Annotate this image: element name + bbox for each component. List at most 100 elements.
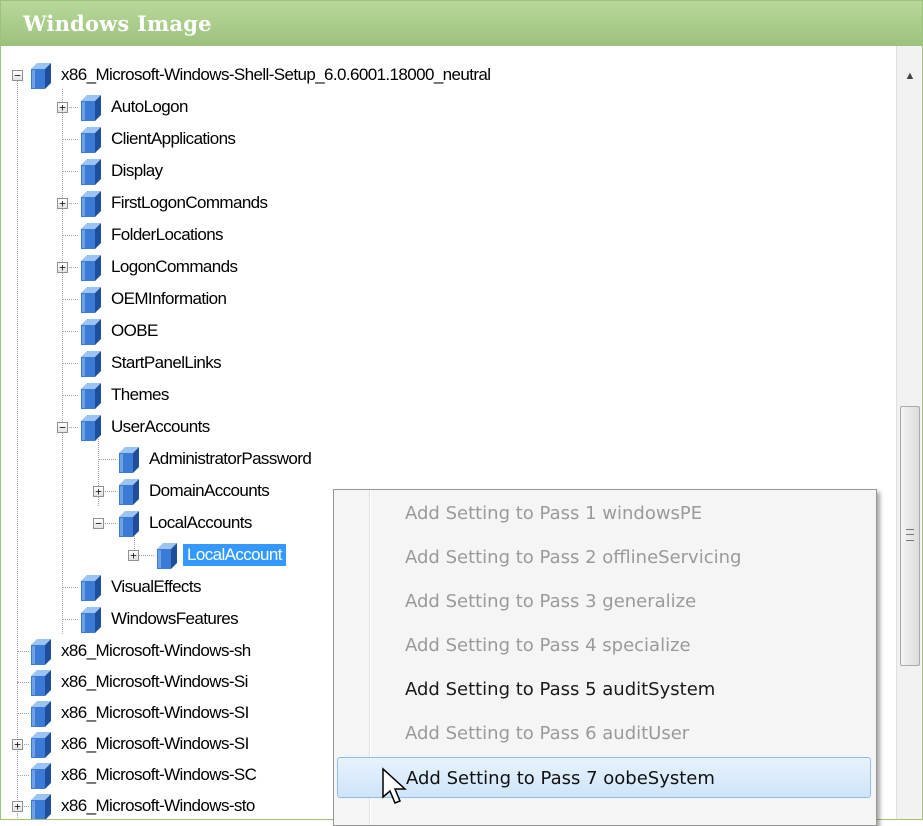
tree-node-label: OEMInformation	[111, 289, 227, 308]
menu-item-label: Add Setting to Pass 3 generalize	[405, 591, 697, 612]
tree-node-oobe[interactable]: OOBE	[77, 315, 162, 347]
tree-node-administratorpassword[interactable]: AdministratorPassword	[115, 443, 315, 475]
component-cube-icon	[31, 763, 51, 789]
tree-node-useraccounts[interactable]: UserAccounts	[77, 411, 214, 443]
mouse-pointer-icon	[382, 767, 407, 804]
tree-node-sibling-component[interactable]: x86_Microsoft-Windows-sh	[27, 635, 255, 667]
tree-node-label: x86_Microsoft-Windows-SI	[61, 734, 249, 753]
tree-line	[62, 139, 78, 140]
context-menu: Add Setting to Pass 1 windowsPE Add Setti…	[333, 489, 877, 826]
tree-node-label: FirstLogonCommands	[111, 193, 268, 212]
tree-line	[62, 395, 78, 396]
tree-node-label: Themes	[111, 385, 169, 404]
tree-line	[62, 171, 78, 172]
expand-toggle-icon[interactable]: +	[93, 486, 104, 497]
tree-node-label: ClientApplications	[111, 129, 236, 148]
component-cube-icon	[31, 670, 51, 696]
expand-toggle-icon[interactable]: +	[57, 262, 68, 273]
panel-title-bar: Windows Image	[1, 1, 922, 46]
component-cube-icon	[81, 127, 101, 153]
tree-node-localaccounts[interactable]: LocalAccounts	[115, 507, 256, 539]
component-cube-icon	[31, 639, 51, 665]
menu-item-label: Add Setting to Pass 1 windowsPE	[405, 503, 703, 524]
menu-item-pass-5[interactable]: Add Setting to Pass 5 auditSystem	[337, 669, 871, 710]
vertical-scrollbar[interactable]: ▲	[896, 46, 922, 819]
component-cube-icon	[119, 479, 139, 505]
menu-item-pass-3[interactable]: Add Setting to Pass 3 generalize	[337, 581, 871, 622]
tree-node-sibling-component[interactable]: x86_Microsoft-Windows-SI	[27, 697, 253, 729]
component-cube-icon	[119, 511, 139, 537]
tree-line	[62, 587, 78, 588]
component-cube-icon	[81, 607, 101, 633]
component-cube-icon	[31, 794, 51, 819]
tree-node-label: WindowsFeatures	[111, 609, 239, 628]
tree-node-label: LocalAccount	[183, 544, 286, 566]
tree-node-visualeffects[interactable]: VisualEffects	[77, 571, 205, 603]
tree-node-firstlogoncommands[interactable]: FirstLogonCommands	[77, 187, 271, 219]
expand-toggle-icon[interactable]: +	[57, 198, 68, 209]
tree-node-label: x86_Microsoft-Windows-SI	[61, 703, 249, 722]
collapse-toggle-icon[interactable]: −	[57, 422, 68, 433]
component-cube-icon	[81, 383, 101, 409]
expand-toggle-icon[interactable]: +	[12, 739, 23, 750]
menu-item-pass-7[interactable]: Add Setting to Pass 7 oobeSystem	[337, 757, 871, 798]
tree-node-label: x86_Microsoft-Windows-SC	[61, 765, 257, 784]
tree-node-label: OOBE	[111, 321, 158, 340]
tree-node-sibling-component[interactable]: x86_Microsoft-Windows-Si	[27, 666, 252, 698]
tree-node-localaccount[interactable]: LocalAccount	[153, 539, 286, 571]
menu-item-pass-2[interactable]: Add Setting to Pass 2 offlineServicing	[337, 537, 871, 578]
scrollbar-thumb[interactable]	[900, 406, 920, 666]
component-cube-icon	[31, 732, 51, 758]
tree-node-label: UserAccounts	[111, 417, 210, 436]
tree-node-label: Display	[111, 161, 163, 180]
tree-node-label: DomainAccounts	[149, 481, 270, 500]
component-cube-icon	[81, 159, 101, 185]
panel-title: Windows Image	[23, 11, 212, 36]
tree-node-label: x86_Microsoft-Windows-sh	[61, 641, 251, 660]
component-cube-icon	[81, 415, 101, 441]
tree-node-oeminformation[interactable]: OEMInformation	[77, 283, 230, 315]
menu-item-label: Add Setting to Pass 4 specialize	[405, 635, 691, 656]
collapse-toggle-icon[interactable]: −	[93, 518, 104, 529]
tree-node-sibling-component[interactable]: x86_Microsoft-Windows-SC	[27, 759, 260, 791]
tree-line	[62, 619, 78, 620]
menu-item-pass-6[interactable]: Add Setting to Pass 6 auditUser	[337, 713, 871, 754]
menu-item-label: Add Setting to Pass 2 offlineServicing	[405, 547, 742, 568]
component-cube-icon	[31, 63, 51, 89]
tree-node-label: x86_Microsoft-Windows-sto	[61, 796, 255, 815]
tree-node-autologon[interactable]: AutoLogon	[77, 91, 192, 123]
component-cube-icon	[81, 255, 101, 281]
tree-node-domainaccounts[interactable]: DomainAccounts	[115, 475, 273, 507]
tree-node-windowsfeatures[interactable]: WindowsFeatures	[77, 603, 242, 635]
tree-node-clientapplications[interactable]: ClientApplications	[77, 123, 239, 155]
menu-item-pass-4[interactable]: Add Setting to Pass 4 specialize	[337, 625, 871, 666]
tree-line	[62, 235, 78, 236]
expand-toggle-icon[interactable]: +	[128, 550, 139, 561]
tree-node-label: AutoLogon	[111, 97, 188, 116]
tree-node-sibling-component[interactable]: x86_Microsoft-Windows-SI	[27, 728, 253, 760]
tree-node-themes[interactable]: Themes	[77, 379, 173, 411]
tree-line	[17, 75, 18, 819]
scroll-up-arrow-icon[interactable]: ▲	[897, 46, 922, 106]
tree-node-label: LogonCommands	[111, 257, 238, 276]
component-cube-icon	[81, 191, 101, 217]
tree-line	[98, 459, 116, 460]
collapse-toggle-icon[interactable]: −	[12, 70, 23, 81]
tree-root-node[interactable]: x86_Microsoft-Windows-Shell-Setup_6.0.60…	[27, 59, 494, 91]
tree-node-sibling-component[interactable]: x86_Microsoft-Windows-sto	[27, 790, 259, 819]
menu-item-pass-1[interactable]: Add Setting to Pass 1 windowsPE	[337, 493, 871, 534]
tree-node-logoncommands[interactable]: LogonCommands	[77, 251, 241, 283]
tree-node-display[interactable]: Display	[77, 155, 167, 187]
tree-line	[62, 299, 78, 300]
component-cube-icon	[81, 575, 101, 601]
expand-toggle-icon[interactable]: +	[57, 102, 68, 113]
component-cube-icon	[81, 351, 101, 377]
tree-line	[62, 363, 78, 364]
tree-node-startpanellinks[interactable]: StartPanelLinks	[77, 347, 225, 379]
menu-item-label: Add Setting to Pass 7 oobeSystem	[406, 768, 715, 789]
tree-node-folderlocations[interactable]: FolderLocations	[77, 219, 227, 251]
scroll-grip-icon	[906, 529, 914, 541]
expand-toggle-icon[interactable]: +	[12, 801, 23, 812]
component-cube-icon	[31, 701, 51, 727]
tree-node-label: LocalAccounts	[149, 513, 252, 532]
